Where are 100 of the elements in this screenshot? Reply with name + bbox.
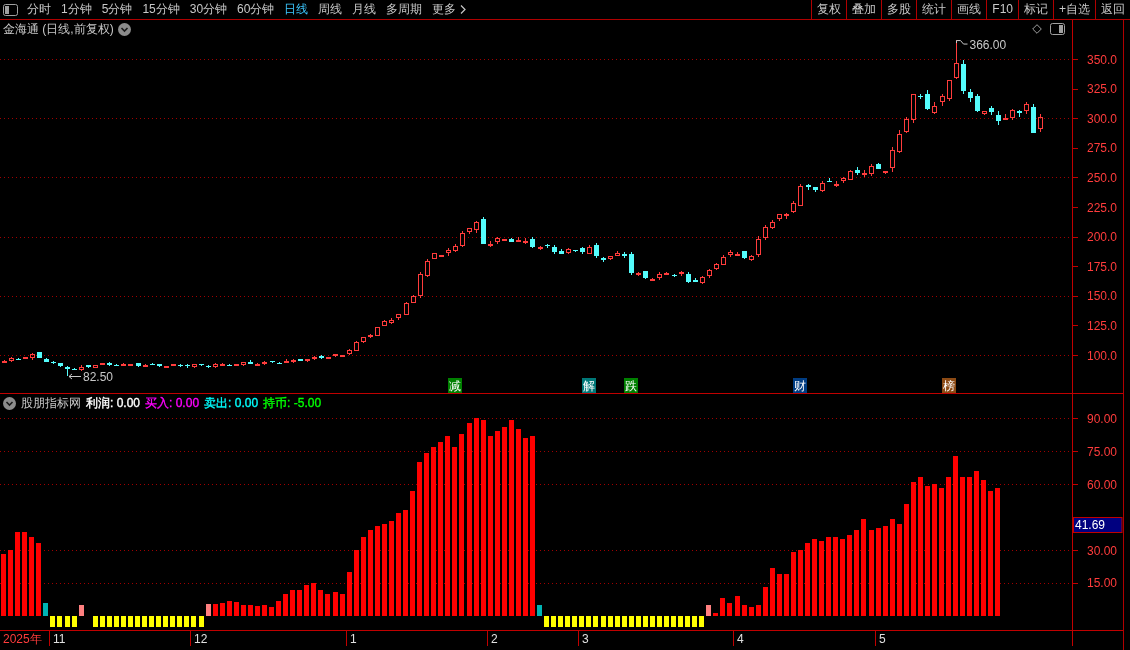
bar	[220, 602, 225, 616]
bar	[763, 587, 768, 616]
bar	[156, 615, 161, 627]
bar	[777, 574, 782, 616]
diamond-icon[interactable]	[1032, 24, 1042, 34]
chevron-down-icon[interactable]	[3, 396, 16, 410]
chevron-down-icon[interactable]	[117, 22, 131, 36]
bar	[375, 525, 380, 616]
sidebar-toggle-icon[interactable]	[3, 3, 18, 16]
bar	[586, 615, 591, 627]
year-label: 2025年	[3, 632, 42, 646]
panel-toggle-icon[interactable]	[1050, 23, 1065, 35]
bar	[664, 615, 669, 627]
bar	[15, 532, 20, 616]
bar	[840, 539, 845, 616]
period-tab[interactable]: 分时	[22, 0, 56, 19]
period-tab[interactable]: 60分钟	[232, 0, 280, 19]
event-tag[interactable]: 榜	[942, 378, 956, 393]
bar	[925, 486, 930, 616]
bar	[438, 442, 443, 616]
bar	[812, 539, 817, 616]
bar	[742, 604, 747, 616]
month-label: 4	[737, 632, 744, 646]
toolbar-button[interactable]: 画线	[951, 0, 987, 19]
month-label: 11	[53, 632, 66, 646]
period-tab[interactable]: 5分钟	[96, 0, 138, 19]
bar	[29, 536, 34, 616]
bar	[861, 519, 866, 616]
event-tag[interactable]: 财	[793, 378, 807, 393]
bar	[135, 615, 140, 627]
bar	[170, 615, 175, 627]
toolbar-button[interactable]: 统计	[916, 0, 952, 19]
bar	[530, 435, 535, 616]
toolbar-button[interactable]: 返回	[1095, 0, 1130, 19]
bar	[121, 615, 126, 627]
bar	[643, 615, 648, 627]
event-tag[interactable]: 减	[448, 378, 462, 393]
bar	[516, 429, 521, 616]
bar	[234, 601, 239, 616]
month-label: 2	[491, 632, 498, 646]
axis-label: 200.0	[1087, 230, 1118, 245]
bar	[699, 615, 704, 627]
bar	[897, 523, 902, 616]
bar	[100, 615, 105, 627]
toolbar-button[interactable]: +自选	[1053, 0, 1095, 19]
bar	[756, 604, 761, 616]
toolbar-button[interactable]: 叠加	[846, 0, 882, 19]
bar	[798, 550, 803, 616]
bar	[572, 615, 577, 627]
bar	[368, 530, 373, 616]
bar	[960, 477, 965, 616]
toolbar-button[interactable]: F10	[986, 0, 1018, 19]
bar	[939, 488, 944, 616]
bar	[847, 534, 852, 616]
bar	[622, 615, 627, 627]
axis-label: 350.0	[1087, 52, 1118, 67]
bar	[833, 536, 838, 616]
bar	[565, 615, 570, 627]
bar	[191, 615, 196, 627]
bar	[269, 607, 274, 616]
bar	[974, 470, 979, 616]
bar	[678, 615, 683, 627]
bar	[79, 604, 84, 616]
axis-label: 150.0	[1087, 289, 1118, 304]
bar	[445, 435, 450, 616]
more-button[interactable]: 更多	[427, 0, 472, 19]
period-tab[interactable]: 15分钟	[137, 0, 185, 19]
bar	[396, 512, 401, 616]
axis-label: 100.0	[1087, 348, 1118, 363]
bar	[488, 435, 493, 616]
period-tab[interactable]: 周线	[313, 0, 348, 19]
chart-title: 金海通 (日线,前复权)	[3, 23, 114, 35]
bar	[276, 600, 281, 616]
bar	[770, 567, 775, 616]
period-tab[interactable]: 多周期	[381, 0, 428, 19]
toolbar-button[interactable]: 多股	[881, 0, 917, 19]
bar	[671, 615, 676, 627]
bar	[474, 418, 479, 616]
period-tab[interactable]: 日线	[279, 0, 314, 19]
bar	[558, 615, 563, 627]
bar	[354, 550, 359, 616]
bar	[304, 585, 309, 616]
bar	[389, 521, 394, 616]
bar	[248, 604, 253, 616]
period-tab[interactable]: 30分钟	[184, 0, 233, 19]
period-tab[interactable]: 月线	[347, 0, 382, 19]
period-tab[interactable]: 1分钟	[56, 0, 97, 19]
event-tag[interactable]: 跌	[624, 378, 638, 393]
bar	[410, 490, 415, 616]
bar	[981, 479, 986, 616]
bar	[72, 615, 77, 627]
bar	[283, 593, 288, 616]
bar	[869, 530, 874, 616]
bar	[904, 503, 909, 616]
toolbar-button[interactable]: 复权	[811, 0, 847, 19]
event-tag[interactable]: 解	[582, 378, 596, 393]
bar	[953, 455, 958, 616]
bar	[50, 615, 55, 627]
toolbar-button[interactable]: 标记	[1018, 0, 1053, 19]
bar	[784, 574, 789, 616]
